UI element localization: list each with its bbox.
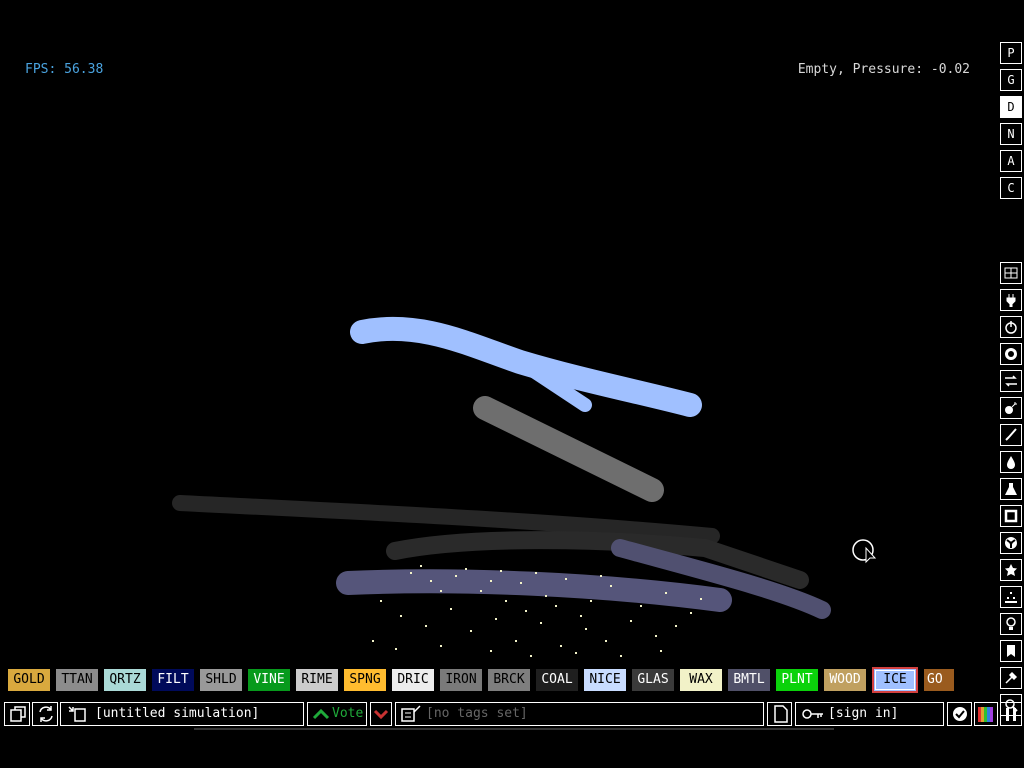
element-button-glas[interactable]: GLAS (632, 669, 674, 691)
vote-up-button[interactable]: Vote (307, 702, 367, 726)
sensor-icon[interactable] (1000, 343, 1022, 365)
element-button-vine[interactable]: VINE (248, 669, 290, 691)
element-button-wax[interactable]: WAX (680, 669, 722, 691)
reload-button[interactable] (32, 702, 58, 726)
side-menu-a[interactable]: A (1000, 150, 1022, 172)
side-menu: P G D N A C (1000, 42, 1022, 204)
element-button-ttan[interactable]: TTAN (56, 669, 98, 691)
element-button-shld[interactable]: SHLD (200, 669, 242, 691)
radioactive-icon[interactable] (1000, 532, 1022, 554)
element-button-ice[interactable]: ICE (872, 667, 918, 693)
bmtl-stroke (336, 569, 732, 612)
element-button-nice[interactable]: NICE (584, 669, 626, 691)
simulation-title-button[interactable]: [untitled simulation] (60, 702, 304, 726)
sign-in-label: [sign in] (828, 706, 899, 721)
element-button-brck[interactable]: BRCK (488, 669, 530, 691)
side-menu-d[interactable]: D (1000, 96, 1022, 118)
element-button-wood[interactable]: WOOD (824, 669, 866, 691)
side-menu-c[interactable]: C (1000, 177, 1022, 199)
vote-label: Vote (332, 706, 364, 721)
powders-icon[interactable] (1000, 586, 1022, 608)
bulb-icon[interactable] (1000, 613, 1022, 635)
tooltip-bar (194, 728, 834, 730)
report-button[interactable] (767, 702, 792, 726)
element-toolbar: GOLD TTAN QRTZ FILT SHLD VINE RIME SPNG DRIC IRON… (8, 667, 998, 693)
element-button-spng[interactable]: SPNG (344, 669, 386, 691)
liquid-icon[interactable] (1000, 451, 1022, 473)
plug-icon[interactable] (1000, 289, 1022, 311)
element-button-qrtz[interactable]: QRTZ (104, 669, 146, 691)
thumb-up-icon (312, 708, 330, 720)
simulation-file-icon (68, 706, 86, 722)
element-button-rime[interactable]: RIME (296, 669, 338, 691)
explosive-icon[interactable] (1000, 397, 1022, 419)
settings-icon (953, 707, 967, 721)
element-button-coal[interactable]: COAL (536, 669, 578, 691)
simulation-canvas[interactable] (0, 0, 996, 662)
brush-icon[interactable] (1000, 424, 1022, 446)
fps-counter: FPS: 56.38 (25, 62, 104, 77)
category-menu (1000, 262, 1022, 721)
color-palette-icon (978, 707, 993, 722)
tools-icon[interactable] (1000, 667, 1022, 689)
element-button-filt[interactable]: FILT (152, 669, 194, 691)
element-button-plnt[interactable]: PLNT (776, 669, 818, 691)
bottom-bar: [untitled simulation] Vote [no tags set]… (0, 702, 1024, 728)
side-menu-g[interactable]: G (1000, 69, 1022, 91)
wall-icon[interactable] (1000, 262, 1022, 284)
side-menu-n[interactable]: N (1000, 123, 1022, 145)
element-button-go[interactable]: GO (924, 669, 954, 691)
grey-stroke (473, 396, 664, 502)
side-menu-p[interactable]: P (1000, 42, 1022, 64)
element-button-iron[interactable]: IRON (440, 669, 482, 691)
element-button-dric[interactable]: DRIC (392, 669, 434, 691)
tag-edit-icon (401, 705, 421, 722)
star-icon[interactable] (1000, 559, 1022, 581)
element-button-bmtl[interactable]: BMTL (728, 669, 770, 691)
open-save-button[interactable] (4, 702, 30, 726)
thumb-down-icon (373, 709, 389, 720)
tags-field[interactable]: [no tags set] (395, 702, 764, 726)
vote-down-button[interactable] (370, 702, 392, 726)
key-icon (802, 709, 823, 719)
pause-icon (1006, 708, 1016, 721)
solid-icon[interactable] (1000, 505, 1022, 527)
simulation-title: [untitled simulation] (95, 706, 260, 721)
power-icon[interactable] (1000, 316, 1022, 338)
element-button-gold[interactable]: GOLD (8, 669, 50, 691)
coal-stroke (172, 495, 720, 544)
status-readout: Empty, Pressure: -0.02 (797, 62, 970, 77)
force-icon[interactable] (1000, 370, 1022, 392)
sign-in-button[interactable]: [sign in] (795, 702, 944, 726)
document-icon (774, 705, 788, 723)
render-options-button[interactable] (974, 702, 998, 726)
gas-icon[interactable] (1000, 478, 1022, 500)
tags-text: [no tags set] (426, 706, 528, 721)
pause-button[interactable] (1000, 702, 1022, 726)
simulation-drawing (172, 316, 877, 657)
bookmark-icon[interactable] (1000, 640, 1022, 662)
settings-button[interactable] (947, 702, 972, 726)
